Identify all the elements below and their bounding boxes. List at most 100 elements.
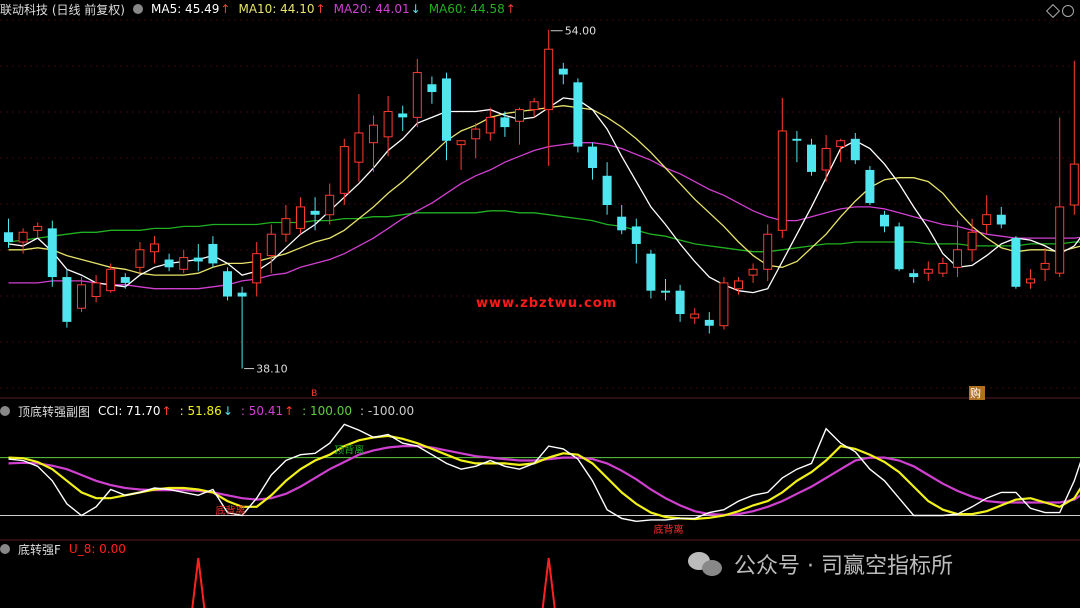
candlesticks bbox=[4, 29, 1079, 369]
settings-icon[interactable] bbox=[0, 544, 10, 554]
candle-body bbox=[938, 262, 948, 274]
cci-series-1 bbox=[8, 434, 1080, 521]
candle-body bbox=[719, 282, 729, 327]
settings-icon[interactable] bbox=[133, 4, 143, 14]
candle bbox=[296, 197, 305, 235]
candle-body bbox=[909, 273, 919, 278]
candle-body bbox=[675, 290, 685, 315]
candle-body bbox=[500, 117, 510, 128]
candle bbox=[558, 62, 568, 85]
candle-body bbox=[223, 271, 232, 297]
candle-body bbox=[398, 113, 408, 118]
candle-body bbox=[354, 132, 364, 163]
candle bbox=[208, 236, 218, 268]
candle bbox=[967, 218, 977, 262]
candle-body bbox=[982, 214, 992, 225]
candle bbox=[690, 308, 700, 324]
candle-body bbox=[967, 231, 977, 251]
candle-body bbox=[369, 124, 378, 144]
candle-body bbox=[1069, 163, 1079, 206]
candle-body bbox=[179, 257, 189, 270]
candle-body bbox=[310, 210, 320, 215]
close-icon[interactable] bbox=[1062, 5, 1074, 17]
cci-panel bbox=[0, 423, 1080, 523]
watermark-url: www.zbztwu.com bbox=[476, 296, 618, 311]
candle bbox=[47, 220, 57, 287]
candle-body bbox=[281, 218, 291, 235]
candle bbox=[237, 286, 247, 369]
cci-line2-value: : 50.41↑ bbox=[240, 404, 295, 418]
candle bbox=[982, 195, 992, 235]
candle bbox=[529, 97, 539, 118]
cci-value: CCI: 71.70↑ bbox=[98, 404, 172, 418]
candle bbox=[485, 107, 495, 141]
candle-body bbox=[704, 319, 714, 326]
candle-body bbox=[880, 214, 889, 227]
price-grid bbox=[0, 19, 1080, 389]
candle bbox=[850, 132, 860, 165]
candle bbox=[646, 249, 656, 299]
candle-body bbox=[661, 290, 670, 293]
candle-body bbox=[588, 146, 597, 168]
ma60-line bbox=[8, 210, 1080, 253]
candle-body bbox=[193, 257, 203, 262]
candle-body bbox=[120, 277, 130, 283]
candle-body bbox=[106, 268, 116, 292]
candle bbox=[369, 115, 378, 172]
candle bbox=[617, 205, 627, 235]
candle bbox=[953, 220, 962, 278]
candle-body bbox=[296, 206, 305, 229]
candle-body bbox=[558, 68, 568, 75]
candle-body bbox=[748, 268, 758, 276]
candle-body bbox=[325, 194, 335, 216]
candle-body bbox=[237, 292, 247, 297]
wechat-icon bbox=[688, 550, 724, 578]
candle bbox=[62, 269, 72, 328]
candle bbox=[281, 205, 291, 242]
candle bbox=[923, 261, 933, 281]
bottom-divergence-label: 底背离 bbox=[654, 523, 684, 536]
candle bbox=[865, 166, 875, 205]
signal-legend: 底转强F U_8: 0.00 bbox=[0, 540, 126, 558]
candle-body bbox=[4, 232, 13, 242]
candle bbox=[500, 111, 510, 137]
candle-body bbox=[135, 249, 145, 268]
candle bbox=[573, 78, 583, 153]
candle bbox=[675, 284, 685, 322]
candle bbox=[4, 218, 13, 248]
candle-body bbox=[792, 138, 802, 141]
candle-body bbox=[1055, 206, 1065, 274]
candle-body bbox=[208, 243, 218, 264]
cci-upper-level: : 100.00 bbox=[302, 404, 353, 418]
candle bbox=[894, 222, 904, 272]
candle-body bbox=[18, 231, 28, 243]
candle-body bbox=[383, 111, 393, 138]
settings-icon[interactable] bbox=[0, 406, 10, 416]
candle bbox=[471, 123, 481, 159]
candle bbox=[777, 97, 787, 239]
candle bbox=[631, 218, 641, 264]
candle bbox=[602, 162, 612, 215]
candle-body bbox=[602, 175, 612, 205]
candle bbox=[588, 142, 597, 180]
candle-body bbox=[777, 130, 787, 231]
candle-body bbox=[62, 277, 72, 322]
candle bbox=[266, 224, 276, 274]
candle-body bbox=[734, 280, 743, 290]
candle-body bbox=[894, 226, 904, 270]
candle-body bbox=[1040, 262, 1050, 270]
candle bbox=[91, 275, 101, 303]
candle bbox=[792, 131, 802, 163]
candle bbox=[427, 76, 437, 104]
candle bbox=[354, 94, 364, 182]
candle-body bbox=[515, 109, 524, 122]
candle-body bbox=[47, 228, 57, 278]
candle-body bbox=[164, 259, 174, 268]
candle-body bbox=[923, 268, 933, 274]
candle-body bbox=[33, 225, 43, 231]
candle bbox=[938, 257, 948, 278]
cci-lower-level: : -100.00 bbox=[360, 404, 415, 418]
stock-title: 联动科技 (日线 前复权) bbox=[0, 2, 125, 17]
candle-body bbox=[850, 138, 860, 161]
candle bbox=[807, 138, 816, 176]
